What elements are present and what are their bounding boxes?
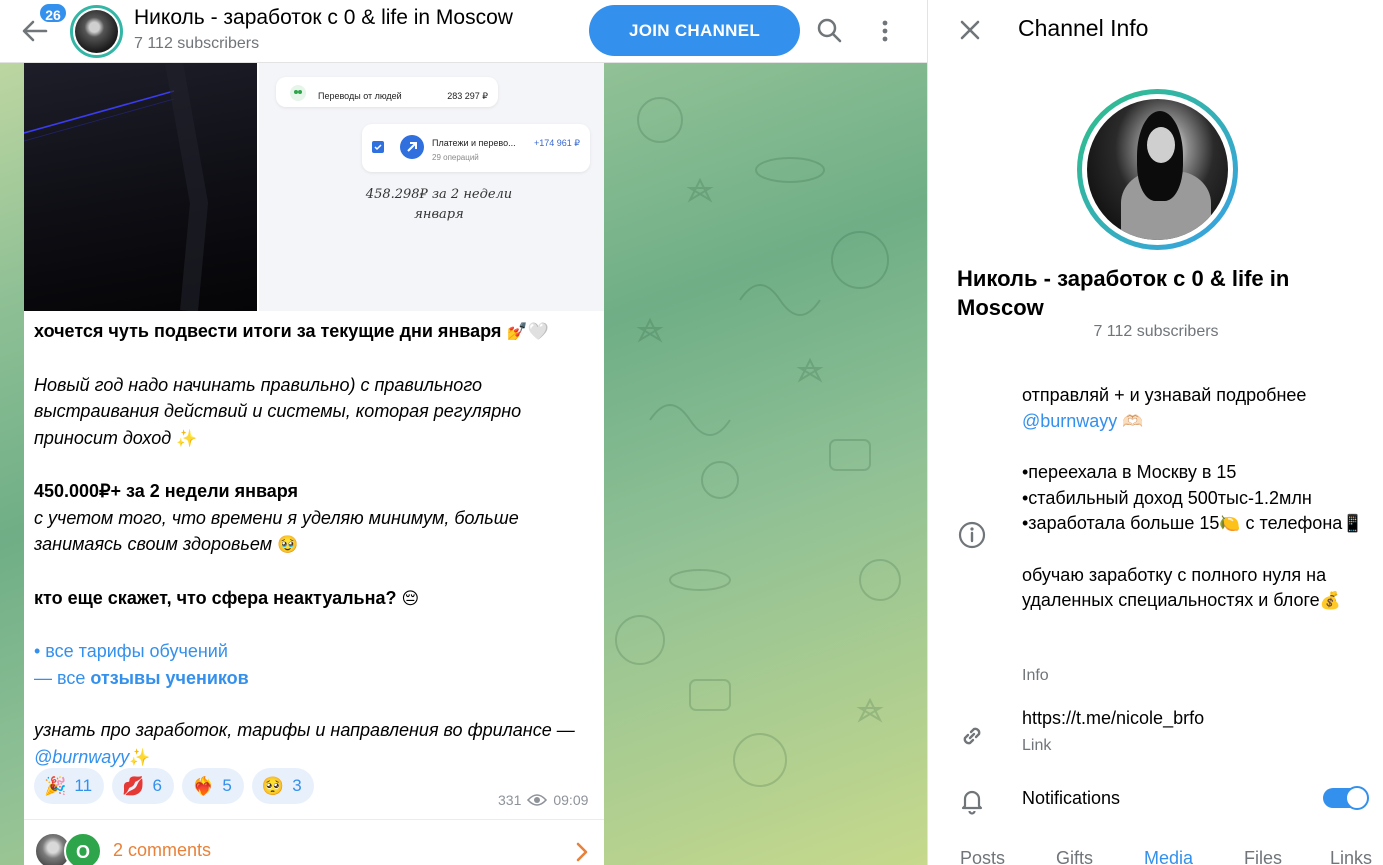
commenter-avatar-initial: O	[64, 832, 102, 865]
desc-line-2: •переехала в Москву в 15	[1022, 462, 1237, 482]
channel-description: отправляй + и узнавай подробнее @burnway…	[1022, 383, 1367, 615]
unread-count-badge: 26	[38, 2, 68, 24]
tariffs-link[interactable]: • все тарифы обучений	[34, 641, 228, 661]
screenshot-caption: 458.298₽ за 2 недели января	[365, 187, 513, 222]
reaction-count: 11	[74, 776, 93, 795]
reaction-count: 5	[222, 776, 232, 795]
people-icon	[290, 85, 306, 101]
description-label: Info	[1022, 667, 1049, 684]
view-count: 331	[498, 792, 522, 808]
post-line-3: 450.000₽+ за 2 недели января	[34, 481, 299, 501]
desc-line-5-emoji: 💰	[1319, 591, 1341, 611]
desc-line-4b: с телефона	[1240, 513, 1343, 533]
link-icon	[963, 727, 981, 745]
channel-avatar-large[interactable]	[1077, 89, 1238, 250]
tab-files[interactable]: Files	[1244, 848, 1282, 865]
reaction-pleading[interactable]: 🥺 3	[251, 768, 314, 804]
comments-button[interactable]: O 2 comments	[24, 819, 604, 865]
desc-line-4-emoji: 🍋	[1219, 514, 1241, 534]
reaction-kiss[interactable]: 💋 6	[112, 768, 174, 804]
post-line-2-emoji: ✨	[176, 428, 198, 449]
post-line-1-emoji: 💅🤍	[506, 322, 549, 342]
shared-media-tabs: Posts Gifts Media Files Links	[928, 848, 1383, 865]
arrow-up-right-icon	[400, 135, 424, 159]
info-panel-title: Channel Info	[1018, 15, 1149, 41]
info-circle-icon	[958, 521, 986, 549]
reaction-count: 3	[292, 776, 302, 795]
channel-title[interactable]: Николь - заработок с 0 & life in Moscow	[134, 6, 513, 30]
channel-name: Николь - заработок с 0 & life in Moscow	[957, 266, 1290, 320]
desc-line-4: •заработала больше 15	[1022, 513, 1220, 533]
comments-count-label: 2 comments	[113, 840, 212, 860]
party-popper-icon: 🎉	[44, 775, 67, 797]
tab-links[interactable]: Links	[1330, 848, 1372, 865]
post-meta: 331 09:09	[498, 792, 588, 808]
heart-on-fire-icon: ❤️‍🔥	[191, 775, 215, 797]
screenshot-card-transfers: Переводы от людей 283 297 ₽	[276, 77, 498, 107]
ambient-light-line	[24, 63, 209, 312]
chat-header: 26 Николь - заработок с 0 & life in Mosc…	[0, 0, 927, 63]
burnwayy-mention-link[interactable]: @burnwayy	[34, 747, 129, 767]
channel-link[interactable]: https://t.me/nicole_brfo	[1022, 708, 1204, 729]
reaction-count: 6	[152, 776, 162, 795]
kiss-mark-icon: 💋	[122, 775, 145, 797]
desc-line-1: отправляй + и узнавай подробнее	[1022, 385, 1307, 405]
notifications-label: Notifications	[1022, 788, 1121, 808]
channel-avatar[interactable]	[70, 5, 123, 58]
close-icon	[960, 20, 980, 40]
eye-icon	[527, 794, 548, 806]
screenshot-row1-amount: 283 297 ₽	[447, 91, 488, 101]
post-line-5-emoji: 😔	[401, 588, 420, 609]
channel-subscriber-count: 7 112 subscribers	[134, 35, 260, 52]
reviews-prefix: — все	[34, 667, 91, 688]
post-line-2: Новый год надо начинать правильно) с пра…	[34, 374, 522, 448]
checkbox-icon	[372, 141, 384, 153]
post-time: 09:09	[553, 792, 589, 808]
channel-post: Переводы от людей 283 297 ₽ Платежи и пе…	[24, 63, 604, 865]
search-button[interactable]	[813, 14, 847, 48]
tab-gifts[interactable]: Gifts	[1056, 848, 1093, 865]
notifications-toggle[interactable]	[1323, 786, 1369, 810]
more-vertical-icon	[882, 20, 888, 42]
channel-info-panel: Channel Info Николь - заработок с 0 & li…	[927, 0, 1383, 865]
desc-line-4b-emoji: 📱	[1342, 514, 1364, 534]
screenshot-row1-label: Переводы от людей	[318, 91, 402, 101]
reaction-party[interactable]: 🎉 11	[34, 768, 105, 804]
bell-icon	[961, 790, 983, 815]
desc-burnwayy-link[interactable]: @burnwayy	[1022, 411, 1117, 431]
screenshot-row2-amount: +174 961 ₽	[533, 138, 580, 148]
tab-posts[interactable]: Posts	[960, 848, 1005, 865]
channel-subscriber-count: 7 112 subscribers	[1093, 323, 1219, 340]
more-options-button[interactable]	[868, 14, 902, 48]
post-line-4-emoji: 🥹	[277, 535, 299, 555]
post-line-1: хочется чуть подвести итоги за текущие д…	[34, 321, 502, 341]
desc-line-3: •стабильный доход 500тыс-1.2млн	[1022, 487, 1312, 508]
reaction-heart-fire[interactable]: ❤️‍🔥 5	[181, 768, 244, 804]
tab-media[interactable]: Media	[1144, 848, 1193, 865]
pleading-face-icon: 🥺	[261, 775, 285, 797]
chevron-right-icon	[576, 842, 588, 862]
post-line-5: кто еще скажет, что сфера неактуальна?	[34, 587, 397, 608]
desc-line-1-emoji: 🫶🏻	[1122, 411, 1144, 432]
link-label: Link	[1022, 737, 1052, 754]
screenshot-row2-label: Платежи и перево...	[432, 138, 516, 148]
close-info-button[interactable]	[956, 16, 984, 44]
screenshot-card-payments: Платежи и перево... 29 операций +174 961…	[362, 124, 590, 172]
post-text: хочется чуть подвести итоги за текущие д…	[34, 318, 599, 771]
reviews-link[interactable]: отзывы учеников	[90, 668, 248, 688]
search-icon	[817, 18, 842, 43]
join-channel-button[interactable]: JOIN CHANNEL	[589, 5, 800, 56]
post-line-8: узнать про заработок, тарифы и направлен…	[34, 720, 575, 740]
desc-line-5: обучаю заработку с полного нуля на удале…	[1022, 564, 1327, 611]
screenshot-row2-sub: 29 операций	[432, 153, 479, 162]
chat-panel: 26 Николь - заработок с 0 & life in Mosc…	[0, 0, 927, 865]
post-line-8-emoji: ✨	[129, 747, 151, 768]
post-photo-night-car[interactable]	[24, 63, 257, 312]
reactions-bar: 🎉 11 💋 6 ❤️‍🔥 5 🥺 3	[34, 768, 314, 806]
post-photo-bank-screenshot[interactable]: Переводы от людей 283 297 ₽ Платежи и пе…	[259, 63, 604, 311]
